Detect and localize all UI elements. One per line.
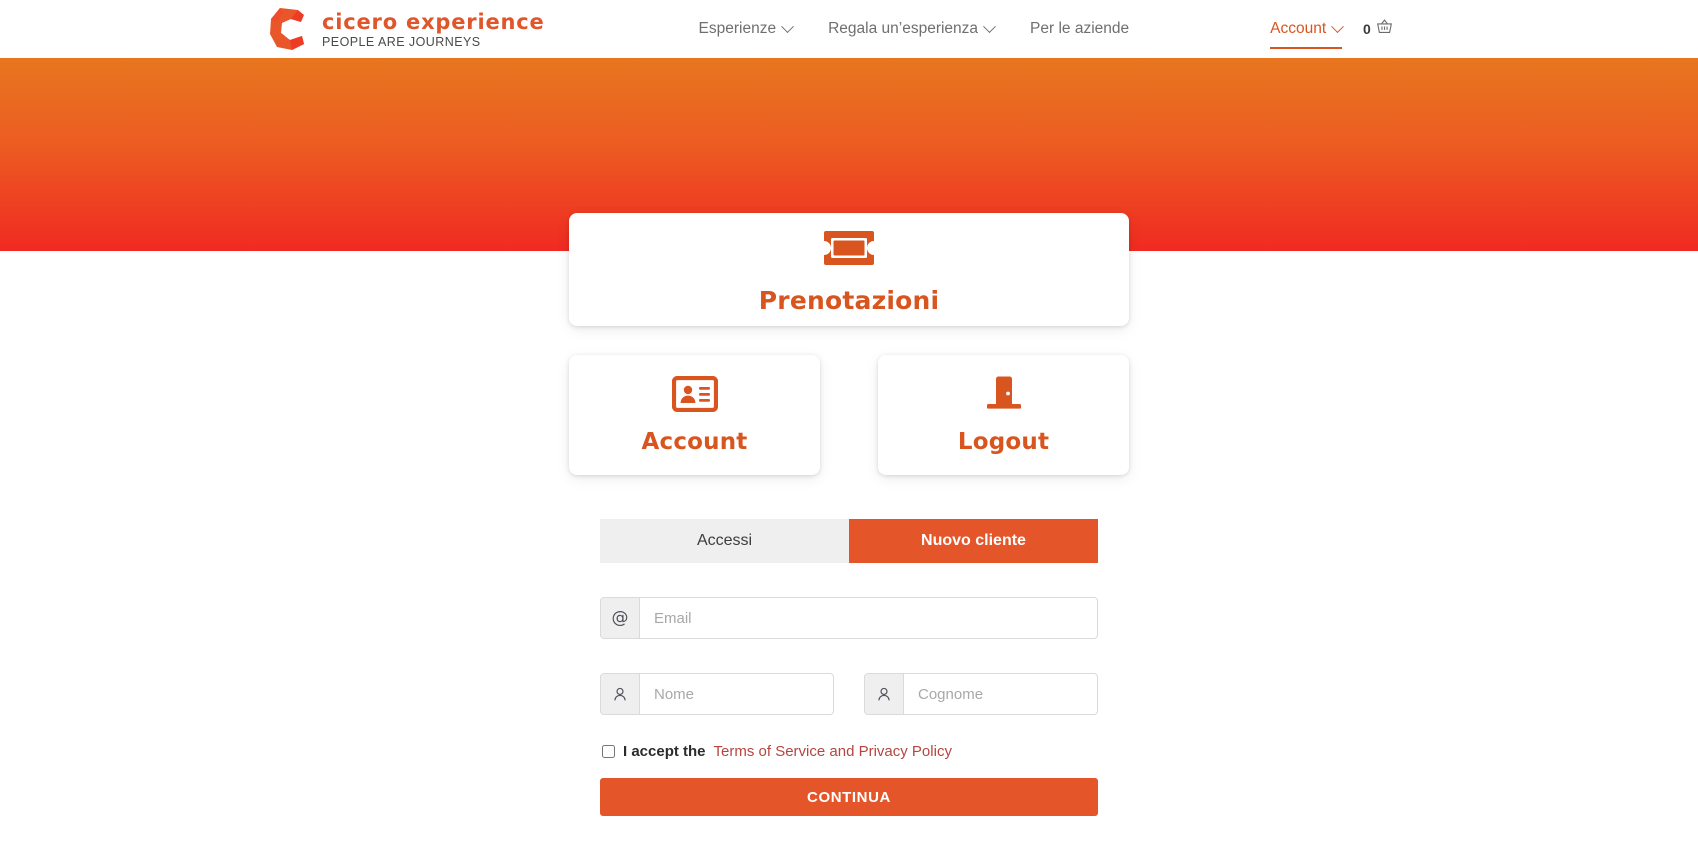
chevron-down-icon — [983, 19, 996, 33]
door-exit-icon — [983, 375, 1025, 417]
last-name-input[interactable] — [904, 674, 1097, 714]
cicero-c-logo-icon — [268, 6, 312, 52]
nav-item-esperienze[interactable]: Esperienze — [698, 0, 794, 58]
chevron-down-icon — [1331, 19, 1345, 33]
panel-logout[interactable]: Logout — [878, 355, 1129, 475]
terms-of-service-link[interactable]: Terms of Service and Privacy Policy — [714, 743, 952, 760]
panel-title: Logout — [957, 429, 1050, 455]
main-content: Prenotazioni Account Logout Accessi Nuov… — [0, 58, 1698, 816]
terms-prefix-label: I accept the — [623, 743, 706, 760]
nav-item-account[interactable]: Account — [1270, 0, 1345, 58]
cart-count: 0 — [1363, 21, 1371, 37]
email-input[interactable] — [640, 598, 1097, 638]
chevron-down-icon — [781, 19, 794, 33]
nav-item-label: Account — [1270, 20, 1327, 37]
primary-nav: Esperienze Regala un’esperienza Per le a… — [698, 0, 1345, 58]
last-name-field[interactable] — [864, 673, 1098, 715]
nav-item-label: Esperienze — [698, 20, 777, 37]
site-header: cicero experience PEOPLE ARE JOURNEYS Es… — [0, 0, 1698, 58]
terms-acceptance-row: I accept the Terms of Service and Privac… — [600, 743, 1098, 760]
id-card-icon — [671, 375, 718, 417]
tab-label: Accessi — [696, 532, 753, 549]
tab-nuovo-cliente[interactable]: Nuovo cliente — [849, 519, 1098, 563]
tab-accessi[interactable]: Accessi — [600, 519, 849, 563]
first-name-field[interactable] — [600, 673, 834, 715]
brand-tagline: PEOPLE ARE JOURNEYS — [322, 34, 481, 49]
at-icon: @ — [601, 598, 640, 638]
shopping-basket-icon — [1376, 18, 1393, 40]
panel-title: Prenotazioni — [758, 285, 940, 315]
panel-title: Account — [641, 428, 748, 455]
continue-button[interactable]: CONTINUA — [600, 778, 1098, 816]
secondary-panels: Account Logout — [569, 355, 1129, 475]
user-icon — [865, 674, 904, 714]
tab-label: Nuovo cliente — [921, 532, 1026, 549]
nav-item-label: Per le aziende — [1030, 20, 1130, 37]
nav-item-label: Regala un’esperienza — [828, 20, 979, 37]
brand-title: cicero experience — [322, 9, 545, 34]
nav-item-per-le-aziende[interactable]: Per le aziende — [1030, 0, 1129, 58]
panel-account[interactable]: Account — [569, 355, 820, 475]
auth-tabs: Accessi Nuovo cliente — [600, 519, 1098, 563]
terms-checkbox[interactable] — [602, 745, 615, 758]
ticket-icon — [822, 229, 876, 272]
nav-item-regala-unesperienza[interactable]: Regala un’esperienza — [828, 0, 996, 58]
first-name-input[interactable] — [640, 674, 833, 714]
brand-logo[interactable]: cicero experience PEOPLE ARE JOURNEYS — [268, 6, 545, 52]
panel-prenotazioni[interactable]: Prenotazioni — [569, 213, 1129, 326]
signup-form: @ Email Nome Cognome I accept the Terms … — [600, 597, 1098, 816]
cart-button[interactable]: 0 — [1363, 0, 1393, 58]
user-icon — [601, 674, 640, 714]
email-field[interactable]: @ — [600, 597, 1098, 639]
